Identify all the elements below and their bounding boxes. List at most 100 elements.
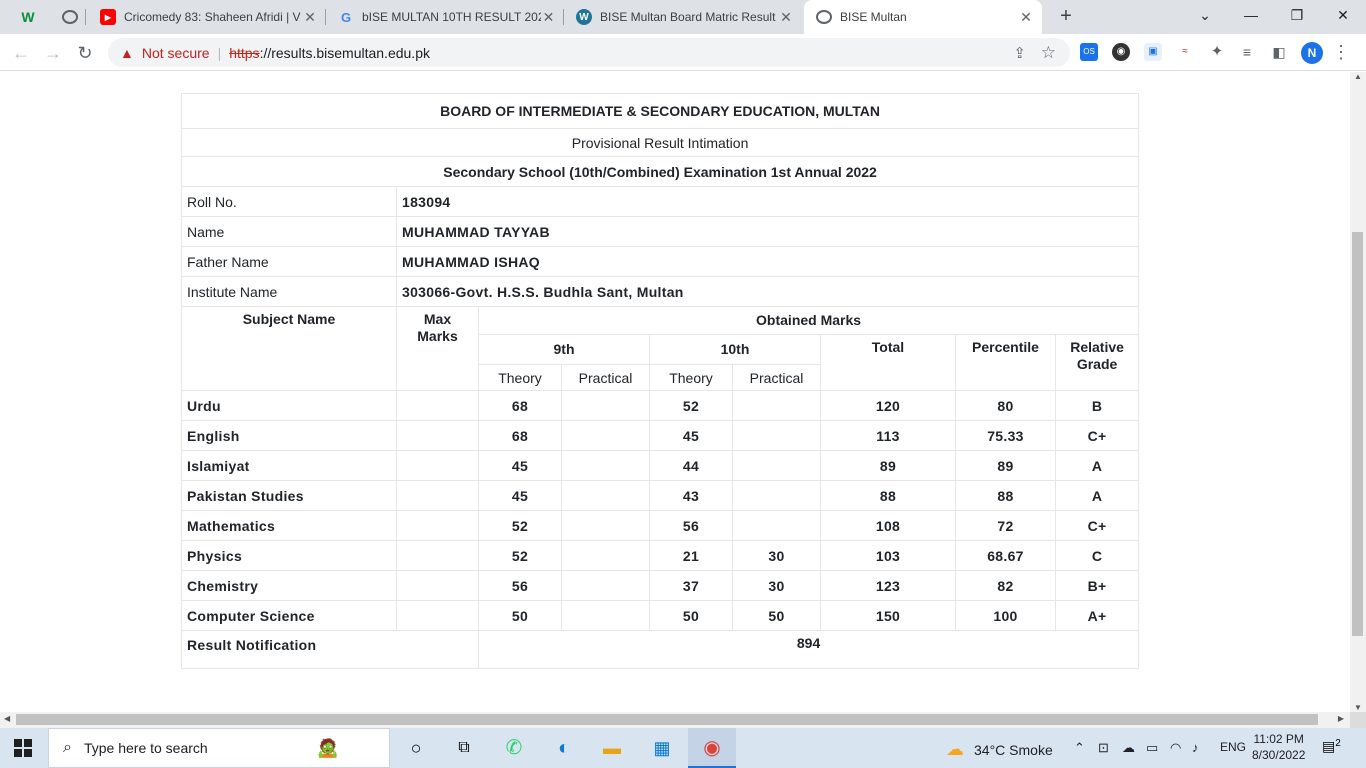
grade-cell: B xyxy=(1054,390,1140,421)
tray-app-icon[interactable]: ⊡ xyxy=(1098,740,1109,756)
close-tab-icon[interactable]: ✕ xyxy=(541,9,556,26)
grand-total: 894 xyxy=(477,630,1140,669)
close-window-button[interactable]: ✕ xyxy=(1320,0,1366,30)
weather-text: 34°C Smoke xyxy=(974,741,1053,758)
scroll-thumb[interactable] xyxy=(1352,232,1363,636)
tab-bise-matric[interactable]: W BISE Multan Board Matric Result ✕ xyxy=(564,0,802,34)
edge-icon[interactable]: ◐ xyxy=(552,736,576,760)
tab-bise-result[interactable]: G bISE MULTAN 10TH RESULT 2022 ✕ xyxy=(326,0,564,34)
new-tab-button[interactable]: + xyxy=(1054,4,1078,28)
os-extension-icon[interactable]: OS xyxy=(1080,43,1098,61)
subject-name-cell: English xyxy=(181,420,397,451)
file-explorer-icon[interactable]: ▬ xyxy=(600,736,624,760)
tenth-theory-cell: 43 xyxy=(649,480,733,511)
total-cell: 120 xyxy=(820,390,956,421)
tenth-header: 10th xyxy=(649,334,821,365)
onedrive-icon[interactable]: ☁ xyxy=(1122,740,1135,756)
media-icon[interactable]: ≡ xyxy=(1238,43,1256,61)
grade-cell: A xyxy=(1054,480,1140,511)
puzzle-icon[interactable]: ✦ xyxy=(1208,43,1226,61)
pinned-tab[interactable] xyxy=(50,0,86,34)
scroll-up-icon[interactable]: ▲ xyxy=(1350,72,1366,81)
share-icon[interactable]: ⇪ xyxy=(1013,44,1026,62)
subject-name-cell: Chemistry xyxy=(181,570,397,601)
scroll-left-icon[interactable]: ◀ xyxy=(4,714,10,723)
percentile-cell: 68.67 xyxy=(955,540,1056,571)
bookmark-star-icon[interactable]: ☆ xyxy=(1041,43,1056,63)
close-tab-icon[interactable]: ✕ xyxy=(1018,9,1034,26)
exam-title: Secondary School (10th/Combined) Examina… xyxy=(180,156,1140,187)
ninth-practical-cell xyxy=(561,510,650,541)
restore-button[interactable]: ❐ xyxy=(1274,0,1320,30)
windows-start-icon[interactable] xyxy=(14,739,32,757)
max-marks-cell xyxy=(396,480,479,511)
ninth-theory-cell: 52 xyxy=(478,540,562,571)
menu-icon[interactable]: ⋮ xyxy=(1332,41,1350,63)
profile-avatar[interactable]: N xyxy=(1301,42,1323,64)
close-tab-icon[interactable]: ✕ xyxy=(778,9,794,26)
youtube-icon: ▶ xyxy=(100,9,116,25)
language-indicator[interactable]: ENG xyxy=(1220,740,1246,754)
store-icon[interactable]: ▦ xyxy=(650,736,674,760)
tab-search-icon[interactable]: ⌄ xyxy=(1182,0,1228,30)
scroll-right-icon[interactable]: ▶ xyxy=(1338,714,1344,723)
tab-title: bISE MULTAN 10TH RESULT 2022 xyxy=(362,10,541,24)
minimize-button[interactable]: — xyxy=(1228,0,1274,30)
vpn-extension-icon[interactable]: ◉ xyxy=(1112,43,1130,61)
weather-widget[interactable]: ☁ 34°C Smoke xyxy=(946,739,1053,760)
whatsapp-icon[interactable]: ✆ xyxy=(502,736,526,760)
vertical-scrollbar[interactable]: ▲ ▼ xyxy=(1350,72,1366,712)
horizontal-scrollbar[interactable]: ◀ ▶ xyxy=(0,712,1350,728)
clock-date: 8/30/2022 xyxy=(1252,748,1306,762)
clock[interactable]: 11:02 PM 8/30/2022 xyxy=(1252,731,1305,763)
subject-row: Pakistan Studies 45 43 88 88 A xyxy=(181,480,1140,511)
pinned-tab[interactable]: W xyxy=(8,0,50,34)
subject-row: Physics 52 21 30 103 68.67 C xyxy=(181,540,1140,571)
ninth-theory-cell: 45 xyxy=(478,450,562,481)
cortana-icon[interactable]: ○ xyxy=(404,736,428,760)
percentile-cell: 100 xyxy=(955,600,1056,631)
scroll-thumb[interactable] xyxy=(16,714,1318,725)
result-table: BOARD OF INTERMEDIATE & SECONDARY EDUCAT… xyxy=(180,93,1140,669)
tenth-theory-cell: 52 xyxy=(649,390,733,421)
ninth-practical-cell xyxy=(561,390,650,421)
tenth-theory-cell: 50 xyxy=(649,600,733,631)
reload-button[interactable]: ↻ xyxy=(72,40,98,66)
back-button[interactable]: ← xyxy=(8,40,34,66)
grade-cell: A xyxy=(1054,450,1140,481)
image-extension-icon[interactable]: ▣ xyxy=(1144,43,1162,61)
extension-icon[interactable]: ≈ xyxy=(1176,43,1194,61)
address-bar[interactable]: ▲ Not secure | https ://results.bisemult… xyxy=(108,38,1070,67)
tab-title: BISE Multan Board Matric Result xyxy=(600,10,776,24)
board-title: BOARD OF INTERMEDIATE & SECONDARY EDUCAT… xyxy=(180,93,1140,129)
ninth-theory-cell: 45 xyxy=(478,480,562,511)
max-marks-header: Max Marks xyxy=(396,306,479,391)
tray-chevron-icon[interactable]: ⌃ xyxy=(1074,740,1085,756)
battery-icon[interactable]: ▭ xyxy=(1146,740,1158,756)
obtained-marks-header: Obtained Marks xyxy=(477,306,1140,335)
total-cell: 150 xyxy=(820,600,956,631)
institute-value: 303066-Govt. H.S.S. Budhla Sant, Multan xyxy=(395,276,1140,307)
close-tab-icon[interactable]: ✕ xyxy=(302,9,318,26)
tab-cricomedy[interactable]: ▶ Cricomedy 83: Shaheen Afridi | V ✕ xyxy=(88,0,326,34)
subject-name-cell: Physics xyxy=(181,540,397,571)
security-label[interactable]: Not secure xyxy=(142,45,210,61)
subject-row: Islamiyat 45 44 89 89 A xyxy=(181,450,1140,481)
sidepanel-icon[interactable]: ◧ xyxy=(1270,43,1288,61)
notification-center-icon[interactable]: ▤2 xyxy=(1322,738,1344,758)
task-view-icon[interactable]: ⧉ xyxy=(452,736,476,760)
grade-cell: A+ xyxy=(1054,600,1140,631)
tab-bise-multan[interactable]: BISE Multan ✕ xyxy=(804,0,1042,34)
total-cell: 113 xyxy=(820,420,956,451)
chrome-taskbar-button[interactable]: ◉ xyxy=(688,728,736,768)
volume-icon[interactable]: ♪ xyxy=(1192,740,1199,755)
ninth-theory-cell: 68 xyxy=(478,390,562,421)
scroll-down-icon[interactable]: ▼ xyxy=(1350,703,1366,712)
max-marks-cell xyxy=(396,420,479,451)
theory-header: Theory xyxy=(478,364,562,391)
wifi-icon[interactable]: ◠ xyxy=(1170,740,1181,756)
warning-icon[interactable]: ▲ xyxy=(120,45,134,61)
forward-button[interactable]: → xyxy=(40,40,66,66)
search-highlight-icon[interactable]: 🧟 xyxy=(316,736,340,760)
percentile-cell: 89 xyxy=(955,450,1056,481)
